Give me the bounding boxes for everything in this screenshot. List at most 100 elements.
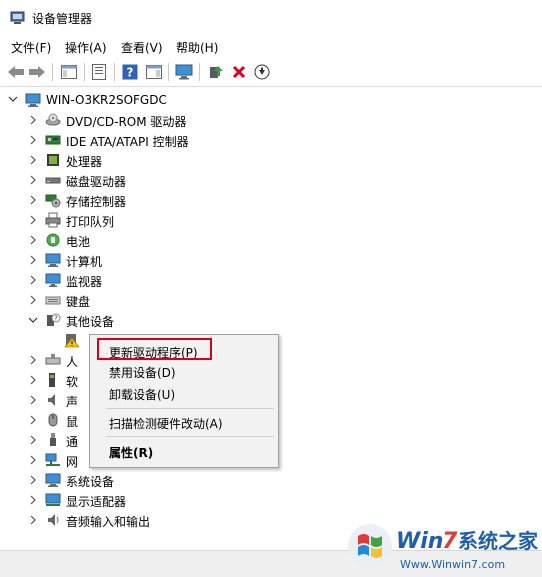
properties-icon (92, 64, 106, 80)
tree-item-storage[interactable]: 存储控制器 (0, 190, 542, 210)
chevron-right-icon[interactable] (28, 213, 38, 227)
battery-icon (46, 233, 60, 247)
chevron-right-icon[interactable] (28, 393, 38, 407)
tree-item-processor[interactable]: 处理器 (0, 150, 542, 170)
properties-button[interactable] (89, 62, 109, 82)
scan-hardware-menu-item[interactable]: 扫描检测硬件改动(A) (109, 415, 223, 432)
tree-item-label: 电池 (66, 235, 91, 249)
tree-item-other-devices[interactable]: ? 其他设备 (0, 310, 542, 330)
chevron-right-icon[interactable] (28, 153, 38, 167)
chevron-right-icon[interactable] (28, 413, 38, 427)
update-driver-button[interactable] (206, 62, 226, 82)
toolbar: ? (0, 58, 542, 86)
device-manager-icon (10, 11, 25, 24)
tree-item-label: 计算机 (66, 255, 103, 269)
chevron-down-icon[interactable] (28, 313, 38, 327)
chevron-right-icon[interactable] (28, 253, 38, 267)
chevron-right-icon[interactable] (28, 513, 38, 527)
chevron-right-icon[interactable] (28, 133, 38, 147)
tree-item-display-adapter[interactable]: 显示适配器 (0, 490, 542, 510)
svg-text:?: ? (127, 66, 134, 80)
chevron-right-icon[interactable] (28, 193, 38, 207)
svg-text:系统之家: 系统之家 (458, 529, 539, 553)
forward-button[interactable] (27, 62, 47, 82)
help-icon: ? (122, 64, 138, 80)
chevron-right-icon[interactable] (28, 493, 38, 507)
tree-root[interactable]: WIN-O3KR2SOFGDC (0, 90, 542, 110)
tree-item-label: 监视器 (66, 275, 103, 289)
svg-text:Www.Winwin7.com: Www.Winwin7.com (400, 558, 505, 571)
tree-item-label: 打印队列 (66, 215, 115, 229)
chevron-right-icon[interactable] (28, 373, 38, 387)
chevron-right-icon[interactable] (28, 113, 38, 127)
chevron-right-icon[interactable] (28, 173, 38, 187)
monitor-scan-icon (175, 64, 193, 80)
tree-item-label: 存储控制器 (66, 195, 127, 209)
menu-help[interactable]: 帮助(H) (176, 39, 218, 56)
menu-file[interactable]: 文件(F) (11, 39, 51, 56)
tree-item-label: DVD/CD-ROM 驱动器 (66, 115, 187, 129)
chevron-right-icon[interactable] (28, 453, 38, 467)
forward-arrow-icon (29, 66, 45, 78)
tree-item-label: 网 (66, 455, 79, 469)
system-devices-icon (45, 473, 61, 487)
hid-icon (45, 354, 61, 365)
update-driver-icon (210, 66, 223, 78)
svg-text:?: ? (54, 315, 58, 323)
tree-item-system-devices[interactable]: 系统设备 (0, 470, 542, 490)
tree-item-label: 处理器 (66, 155, 103, 169)
win7-watermark-logo: Win 7 系统之家 Www.Winwin7.com (348, 524, 539, 571)
chevron-right-icon[interactable] (28, 473, 38, 487)
tree-root-label: WIN-O3KR2SOFGDC (46, 93, 167, 107)
chevron-down-icon[interactable] (8, 93, 18, 107)
tree-item-print-queue[interactable]: 打印队列 (0, 210, 542, 230)
tree-item-label: 系统设备 (66, 475, 115, 489)
tree-item-battery[interactable]: 电池 (0, 230, 542, 250)
tree-item-label: 通 (66, 435, 79, 449)
sound-icon (48, 394, 55, 406)
tree-item-dvd[interactable]: DVD/CD-ROM 驱动器 (0, 110, 542, 130)
tree-item-label: 显示适配器 (66, 495, 127, 509)
tree-item-monitor[interactable]: 监视器 (0, 270, 542, 290)
disk-icon (45, 177, 61, 184)
uninstall-button[interactable] (229, 62, 249, 82)
chevron-right-icon[interactable] (28, 293, 38, 307)
red-x-icon (232, 65, 246, 79)
chevron-right-icon[interactable] (28, 233, 38, 247)
warning-device-icon (64, 334, 80, 348)
tree-item-label: 磁盘驱动器 (66, 175, 127, 189)
back-arrow-icon (8, 66, 24, 78)
tree-item-label: 其他设备 (66, 315, 115, 329)
tree-item-label: 键盘 (66, 295, 91, 309)
scan-hardware-button[interactable] (174, 62, 194, 82)
menu-action[interactable]: 操作(A) (65, 39, 107, 56)
back-button[interactable] (6, 62, 26, 82)
tree-item-disk[interactable]: 磁盘驱动器 (0, 170, 542, 190)
monitor-icon (45, 273, 61, 287)
svg-text:Win: Win (396, 529, 443, 554)
action-pane-icon (146, 65, 162, 79)
keyboard-icon (45, 296, 61, 305)
help-button[interactable]: ? (120, 62, 140, 82)
show-hide-tree-button[interactable] (59, 62, 79, 82)
tree-item-computer[interactable]: 计算机 (0, 250, 542, 270)
menu-bar: 文件(F) 操作(A) 查看(V) 帮助(H) (0, 36, 542, 58)
uninstall-device-menu-item[interactable]: 卸载设备(U) (109, 386, 175, 403)
action-pane-button[interactable] (144, 62, 164, 82)
console-tree-icon (61, 65, 77, 79)
tree-item-ide[interactable]: IDE ATA/ATAPI 控制器 (0, 130, 542, 150)
tree-item-label: 鼠 (66, 415, 79, 429)
display-adapter-icon (45, 493, 61, 506)
tree-item-keyboard[interactable]: 键盘 (0, 290, 542, 310)
tree-item-label: 音频输入和输出 (66, 515, 151, 529)
software-device-icon (49, 373, 55, 387)
chevron-right-icon[interactable] (28, 433, 38, 447)
mouse-icon (48, 413, 58, 427)
chevron-right-icon[interactable] (28, 273, 38, 287)
menu-view[interactable]: 查看(V) (121, 39, 163, 56)
disable-device-menu-item[interactable]: 禁用设备(D) (109, 364, 176, 381)
tree-item-label: 软 (66, 375, 79, 389)
properties-menu-item[interactable]: 属性(R) (109, 444, 153, 461)
chevron-right-icon[interactable] (28, 353, 38, 367)
enable-device-button[interactable] (252, 62, 272, 82)
